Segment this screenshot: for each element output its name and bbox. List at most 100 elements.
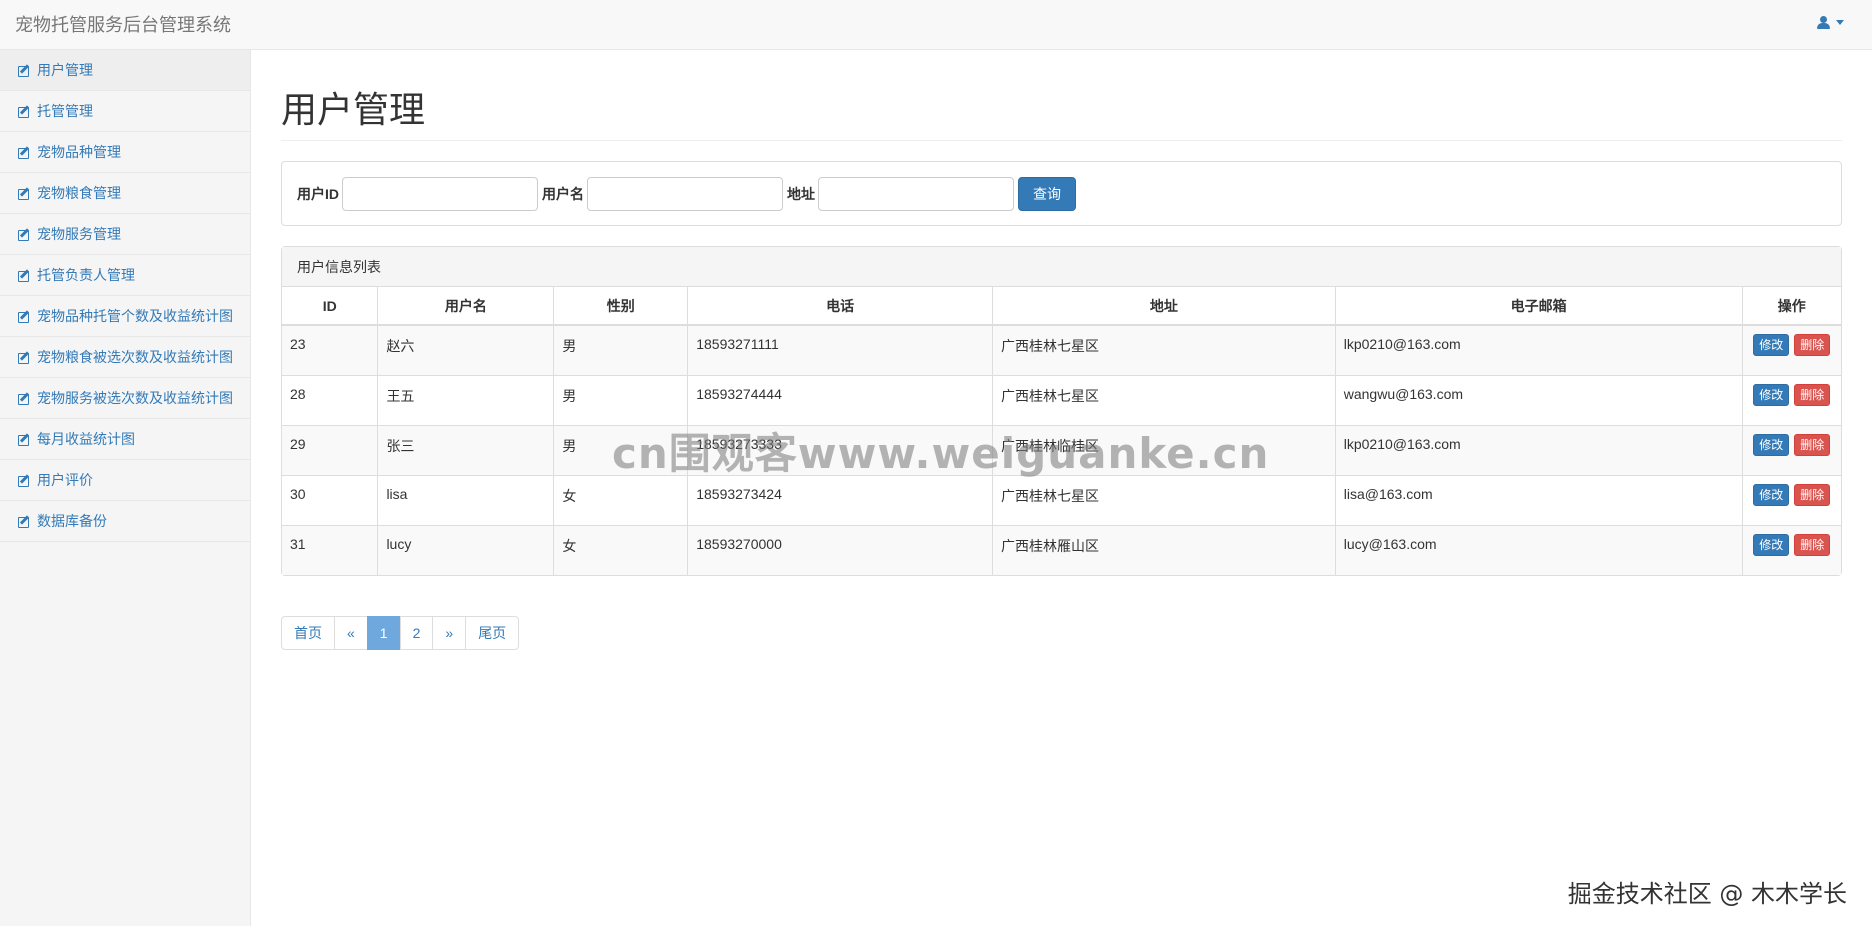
table-heading: 用户信息列表 <box>282 247 1841 287</box>
user-menu-dropdown[interactable] <box>1817 16 1844 29</box>
sidebar-item-database-backup[interactable]: 数据库备份 <box>0 501 250 542</box>
delete-button[interactable]: 删除 <box>1794 533 1831 556</box>
sidebar: 用户管理 托管管理 宠物品种管理 宠物粮食管理 宠物服务管理 托管负责人管理 宠… <box>0 50 251 926</box>
sidebar-item-label: 托管管理 <box>37 103 93 119</box>
table-row: 30 lisa 女 18593273424 广西桂林七星区 lisa@163.c… <box>282 474 1841 525</box>
edit-icon <box>18 310 31 323</box>
cell-email: lkp0210@163.com <box>1335 324 1743 375</box>
sidebar-item-service-stats-chart[interactable]: 宠物服务被选次数及收益统计图 <box>0 378 250 419</box>
caret-down-icon <box>1836 20 1844 25</box>
user-id-input[interactable] <box>342 176 538 211</box>
cell-id: 28 <box>282 374 379 425</box>
edit-icon <box>18 474 31 487</box>
cell-actions: 修改 删除 <box>1742 424 1841 475</box>
top-navbar: 宠物托管服务后台管理系统 <box>0 0 1872 50</box>
edit-icon <box>18 269 31 282</box>
edit-button[interactable]: 修改 <box>1753 433 1790 456</box>
cell-gender: 女 <box>553 524 689 575</box>
edit-icon <box>18 433 31 446</box>
cell-gender: 男 <box>553 324 689 375</box>
edit-icon <box>18 228 31 241</box>
column-header-actions: 操作 <box>1742 287 1841 326</box>
cell-email: lisa@163.com <box>1335 474 1743 525</box>
edit-icon <box>18 515 31 528</box>
main-content: 用户管理 用户ID 用户名 地址 查询 用户信息列表 ID 用户名 性别 电话 … <box>281 50 1842 650</box>
sidebar-item-breed-management[interactable]: 宠物品种管理 <box>0 132 250 173</box>
sidebar-item-label: 宠物品种管理 <box>37 144 121 160</box>
edit-icon <box>18 105 31 118</box>
edit-icon <box>18 392 31 405</box>
edit-icon <box>18 64 31 77</box>
cell-id: 23 <box>282 324 379 375</box>
sidebar-item-label: 宠物品种托管个数及收益统计图 <box>37 308 233 324</box>
app-title[interactable]: 宠物托管服务后台管理系统 <box>15 0 231 50</box>
sidebar-item-food-management[interactable]: 宠物粮食管理 <box>0 173 250 214</box>
prev-page-link[interactable]: « <box>334 616 368 650</box>
cell-email: wangwu@163.com <box>1335 374 1743 425</box>
sidebar-item-boarding-management[interactable]: 托管管理 <box>0 91 250 132</box>
sidebar-item-service-management[interactable]: 宠物服务管理 <box>0 214 250 255</box>
edit-icon <box>18 351 31 364</box>
delete-button[interactable]: 删除 <box>1794 483 1831 506</box>
username-label: 用户名 <box>542 185 584 202</box>
sidebar-item-user-management[interactable]: 用户管理 <box>0 50 250 91</box>
sidebar-item-label: 宠物服务被选次数及收益统计图 <box>37 390 233 406</box>
center-watermark: cn围观客www.weiguanke.cn <box>612 429 1270 478</box>
first-page-link[interactable]: 首页 <box>281 616 335 650</box>
cell-phone: 18593273424 <box>687 474 994 525</box>
page-link-1[interactable]: 1 <box>366 616 401 650</box>
last-page-link[interactable]: 尾页 <box>465 616 520 650</box>
user-id-label: 用户ID <box>297 185 339 202</box>
delete-button[interactable]: 删除 <box>1794 433 1831 456</box>
edit-button[interactable]: 修改 <box>1753 483 1790 506</box>
corner-watermark: 掘金技术社区 @ 木木学长 <box>1567 880 1847 908</box>
cell-actions: 修改 删除 <box>1742 374 1841 425</box>
user-icon <box>1817 16 1830 29</box>
edit-icon <box>18 187 31 200</box>
edit-button[interactable]: 修改 <box>1753 334 1790 356</box>
sidebar-item-label: 宠物粮食被选次数及收益统计图 <box>37 349 233 365</box>
address-label: 地址 <box>787 185 815 202</box>
sidebar-item-user-reviews[interactable]: 用户评价 <box>0 460 250 501</box>
cell-actions: 修改 删除 <box>1742 324 1841 375</box>
next-page-link[interactable]: » <box>432 616 467 650</box>
cell-id: 31 <box>282 524 379 575</box>
table-row: 23 赵六 男 18593271111 广西桂林七星区 lkp0210@163.… <box>282 324 1841 375</box>
sidebar-item-label: 宠物服务管理 <box>37 226 121 242</box>
sidebar-item-monthly-revenue-chart[interactable]: 每月收益统计图 <box>0 419 250 460</box>
table-header-row: ID 用户名 性别 电话 地址 电子邮箱 操作 <box>282 287 1841 326</box>
cell-username: 王五 <box>377 374 555 425</box>
query-button[interactable]: 查询 <box>1018 176 1076 211</box>
cell-gender: 女 <box>553 474 689 525</box>
sidebar-item-caretaker-management[interactable]: 托管负责人管理 <box>0 255 250 296</box>
cell-username: lisa <box>377 474 555 525</box>
delete-button[interactable]: 删除 <box>1794 334 1831 356</box>
cell-actions: 修改 删除 <box>1742 474 1841 525</box>
edit-button[interactable]: 修改 <box>1753 533 1790 556</box>
cell-address: 广西桂林雁山区 <box>992 524 1336 575</box>
cell-address: 广西桂林七星区 <box>992 324 1336 375</box>
sidebar-item-label: 宠物粮食管理 <box>37 185 121 201</box>
cell-gender: 男 <box>553 374 689 425</box>
cell-phone: 18593271111 <box>687 324 994 375</box>
page-link-2[interactable]: 2 <box>399 616 434 650</box>
column-header-address: 地址 <box>992 287 1336 326</box>
sidebar-item-food-stats-chart[interactable]: 宠物粮食被选次数及收益统计图 <box>0 337 250 378</box>
table-row: 28 王五 男 18593274444 广西桂林七星区 wangwu@163.c… <box>282 374 1841 425</box>
search-form: 用户ID 用户名 地址 查询 <box>281 161 1842 226</box>
cell-username: lucy <box>377 524 555 575</box>
address-input[interactable] <box>818 176 1014 211</box>
column-header-username: 用户名 <box>377 287 555 326</box>
sidebar-item-breed-stats-chart[interactable]: 宠物品种托管个数及收益统计图 <box>0 296 250 337</box>
sidebar-item-label: 用户管理 <box>37 62 93 78</box>
edit-button[interactable]: 修改 <box>1753 383 1790 406</box>
pagination: 首页 « 1 2 » 尾页 <box>281 616 1842 650</box>
user-table-panel: 用户信息列表 ID 用户名 性别 电话 地址 电子邮箱 操作 23 赵六 男 1… <box>281 246 1842 576</box>
sidebar-item-label: 托管负责人管理 <box>37 267 135 283</box>
column-header-gender: 性别 <box>553 287 689 326</box>
column-header-id: ID <box>282 287 379 326</box>
column-header-email: 电子邮箱 <box>1335 287 1743 326</box>
cell-id: 30 <box>282 474 379 525</box>
delete-button[interactable]: 删除 <box>1794 383 1831 406</box>
username-input[interactable] <box>587 176 783 211</box>
